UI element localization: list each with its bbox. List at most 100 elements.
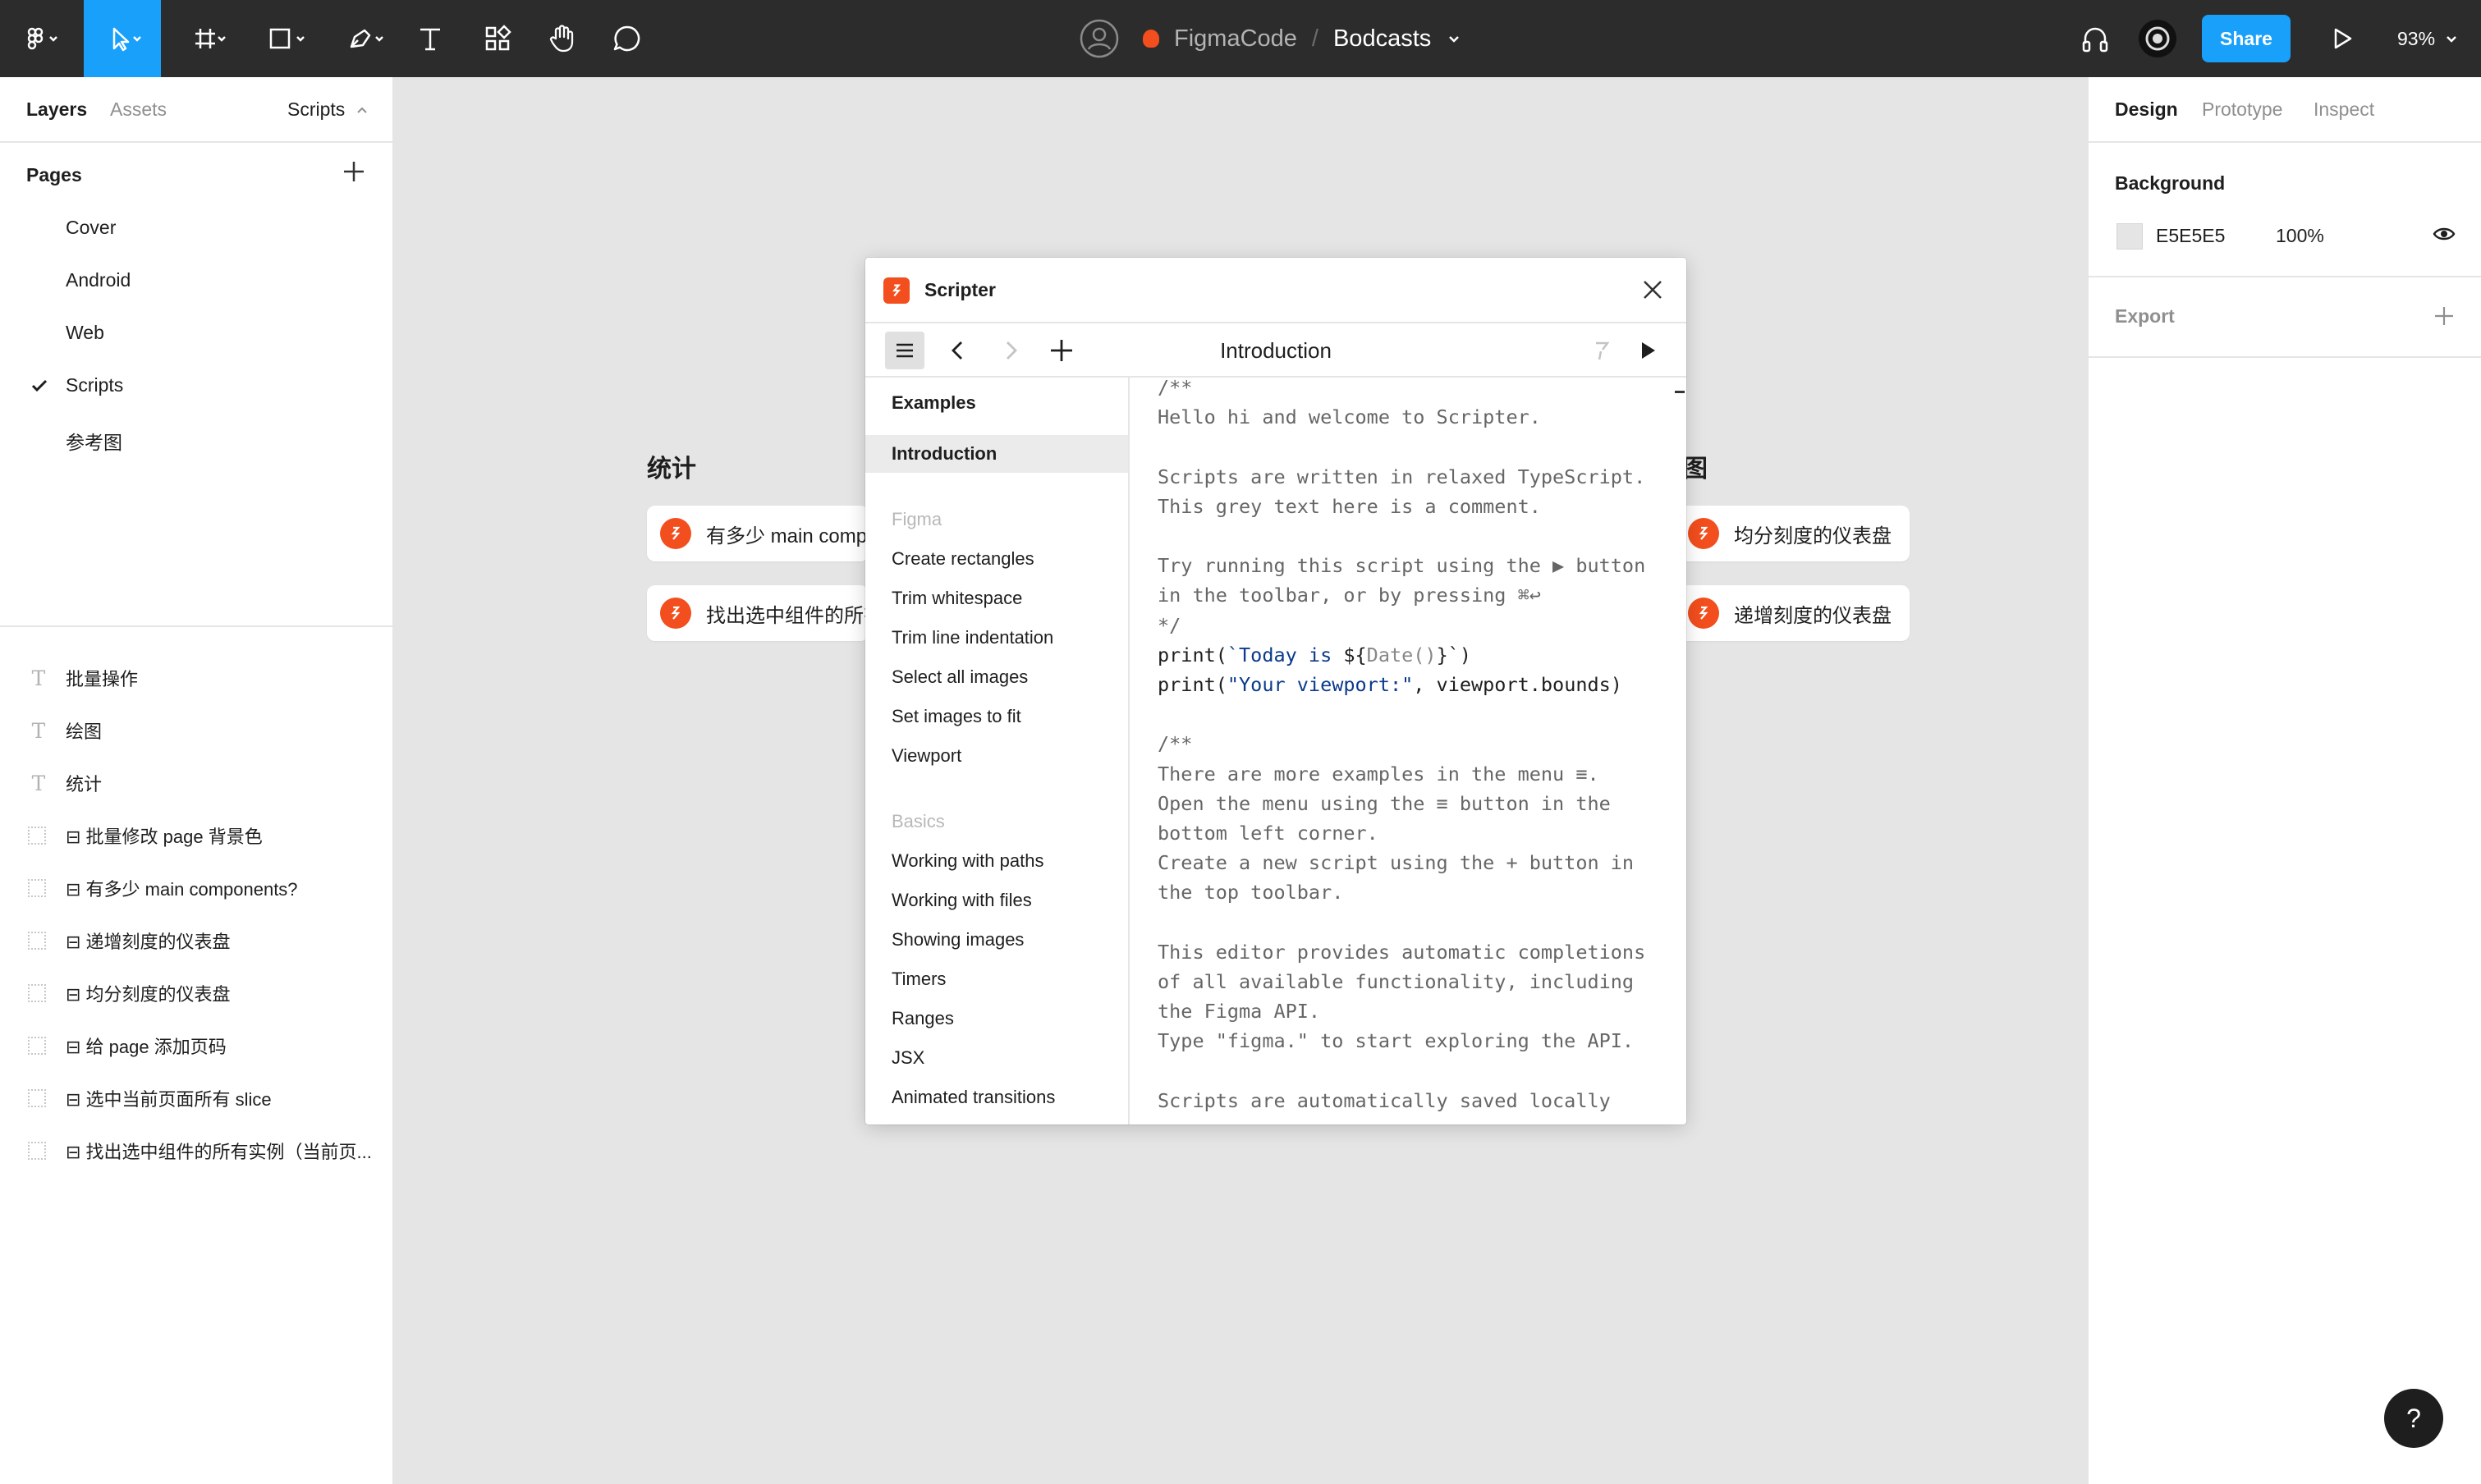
frame-tool-button[interactable] [174, 0, 240, 77]
code-line[interactable]: bottom left corner. [1158, 822, 1378, 845]
script-card[interactable]: 有多少 main components? [647, 506, 869, 561]
menu-item[interactable]: Working with files [865, 882, 1128, 919]
hand-tool-icon [549, 25, 574, 53]
pen-tool-button[interactable] [332, 0, 397, 77]
resources-button[interactable] [473, 0, 522, 77]
new-script-plus-icon[interactable] [1048, 337, 1075, 364]
layer-row[interactable]: T 批量操作 [0, 652, 394, 704]
figma-menu-button[interactable] [0, 0, 77, 77]
script-card[interactable]: 递增刻度的仪表盘 [1675, 585, 1910, 641]
user-avatar[interactable] [1077, 0, 1121, 77]
code-line[interactable]: Hello hi and welcome to Scripter. [1158, 405, 1541, 428]
layer-row[interactable]: ⊟ 有多少 main components? [0, 862, 394, 914]
menu-item[interactable]: Ranges [865, 1000, 1128, 1037]
code-line[interactable]: of all available functionality, includin… [1158, 970, 1634, 993]
tab-inspect[interactable]: Inspect [2314, 98, 2374, 121]
chevron-down-icon[interactable] [1446, 30, 1462, 47]
eye-visibility-icon[interactable] [2432, 222, 2456, 246]
menu-section-basics: Basics [892, 811, 945, 831]
menu-item[interactable]: Trim whitespace [865, 579, 1128, 617]
code-line[interactable]: Scripts are automatically saved locally [1158, 1089, 1611, 1112]
code-line[interactable]: in the toolbar, or by pressing ⌘↩ [1158, 584, 1541, 607]
layer-row[interactable]: ⊟ 均分刻度的仪表盘 [0, 967, 394, 1019]
code-line[interactable]: the top toolbar. [1158, 881, 1343, 904]
code-line[interactable]: the Figma API. [1158, 1000, 1320, 1023]
layer-row[interactable]: ⊟ 批量修改 page 背景色 [0, 809, 394, 862]
background-opacity-input[interactable]: 100% [2276, 225, 2324, 247]
help-button[interactable]: ? [2384, 1389, 2443, 1448]
script-card[interactable]: 找出选中组件的所有实例 [647, 585, 869, 641]
menu-item[interactable]: Set images to fit [865, 698, 1128, 735]
add-export-icon[interactable] [2432, 304, 2456, 328]
project-name[interactable]: FigmaCode [1174, 25, 1297, 53]
menu-item[interactable]: JSX [865, 1039, 1128, 1077]
run-script-play-icon[interactable] [1634, 337, 1662, 364]
move-tool-button[interactable] [84, 0, 161, 77]
layer-row[interactable]: T 绘图 [0, 704, 394, 757]
code-line[interactable]: Type "figma." to start exploring the API… [1158, 1029, 1634, 1052]
menu-item[interactable]: Select all images [865, 658, 1128, 696]
hand-tool-button[interactable] [537, 0, 586, 77]
present-play-icon [2334, 28, 2352, 49]
page-item-reference[interactable]: 参考图 [66, 427, 122, 455]
background-hex-input[interactable]: E5E5E5 [2156, 225, 2225, 247]
code-line[interactable]: print(`Today is ${Date()}`) [1158, 644, 1471, 666]
code-line[interactable]: /** [1158, 732, 1192, 755]
close-icon[interactable] [1640, 277, 1665, 302]
menu-item[interactable]: Timers [865, 960, 1128, 998]
forward-arrow-icon[interactable] [997, 337, 1025, 364]
zoom-dropdown[interactable]: 93% [2397, 0, 2460, 77]
code-line[interactable]: This editor provides automatic completio… [1158, 941, 1645, 964]
panel-divider[interactable] [0, 625, 394, 627]
code-editor[interactable]: /** Hello hi and welcome to Scripter. Scri… [1131, 378, 1670, 1124]
menu-item[interactable]: Showing images [865, 921, 1128, 959]
code-line[interactable]: Try running this script using the ▶ butt… [1158, 554, 1645, 577]
page-item-web[interactable]: Web [66, 322, 104, 344]
present-button[interactable] [2317, 0, 2366, 77]
menu-item-examples[interactable]: Examples [865, 384, 1128, 422]
code-line[interactable]: Scripts are written in relaxed TypeScrip… [1158, 465, 1645, 488]
layer-row[interactable]: ⊟ 给 page 添加页码 [0, 1019, 394, 1072]
add-page-icon[interactable] [342, 159, 366, 184]
scripter-titlebar[interactable]: Scripter [865, 258, 1686, 323]
menu-item-introduction[interactable]: Introduction [865, 435, 1128, 473]
multiplayer-avatar[interactable] [2135, 0, 2181, 77]
share-button[interactable]: Share [2202, 15, 2291, 62]
text-tool-button[interactable] [406, 0, 455, 77]
file-name[interactable]: Bodcasts [1333, 25, 1431, 53]
code-line[interactable]: Open the menu using the ≡ button in the [1158, 792, 1611, 815]
code-line[interactable]: Create a new script using the + button i… [1158, 851, 1634, 874]
shape-tool-button[interactable] [253, 0, 319, 77]
layer-row[interactable]: ⊟ 找出选中组件的所有实例（当前页... [0, 1124, 394, 1177]
code-line[interactable]: print("Your viewport:", viewport.bounds) [1158, 673, 1622, 696]
editor-scrollbar[interactable] [1675, 391, 1685, 393]
layer-row[interactable]: ⊟ 选中当前页面所有 slice [0, 1072, 394, 1124]
layer-row[interactable]: T 统计 [0, 757, 394, 809]
code-line[interactable]: There are more examples in the menu ≡. [1158, 763, 1599, 786]
audio-button[interactable] [2072, 0, 2118, 77]
menu-item[interactable]: Viewport [865, 737, 1128, 775]
comment-tool-button[interactable] [603, 0, 652, 77]
clear-output-icon[interactable] [1588, 337, 1616, 364]
code-line[interactable]: /** [1158, 378, 1192, 399]
code-line[interactable]: */ [1158, 614, 1181, 637]
canvas-heading-stats[interactable]: 统计 [647, 448, 696, 484]
back-arrow-icon[interactable] [944, 337, 972, 364]
tab-design[interactable]: Design [2115, 98, 2178, 121]
script-card[interactable]: 均分刻度的仪表盘 [1675, 506, 1910, 561]
menu-item[interactable]: Animated transitions [865, 1079, 1128, 1116]
layer-row[interactable]: ⊟ 递增刻度的仪表盘 [0, 914, 394, 967]
menu-item[interactable]: Working with paths [865, 842, 1128, 880]
page-item-android[interactable]: Android [66, 269, 131, 291]
menu-item[interactable]: Trim line indentation [865, 619, 1128, 657]
background-color-swatch[interactable] [2116, 223, 2143, 250]
tab-assets[interactable]: Assets [110, 98, 167, 121]
menu-button[interactable] [885, 332, 924, 369]
tab-layers[interactable]: Layers [26, 98, 87, 121]
code-line[interactable]: This grey text here is a comment. [1158, 495, 1541, 518]
tab-prototype[interactable]: Prototype [2202, 98, 2282, 121]
page-item-scripts[interactable]: Scripts [66, 374, 123, 396]
page-item-cover[interactable]: Cover [66, 217, 116, 239]
tab-scripts[interactable]: Scripts [287, 98, 369, 121]
menu-item[interactable]: Create rectangles [865, 540, 1128, 578]
